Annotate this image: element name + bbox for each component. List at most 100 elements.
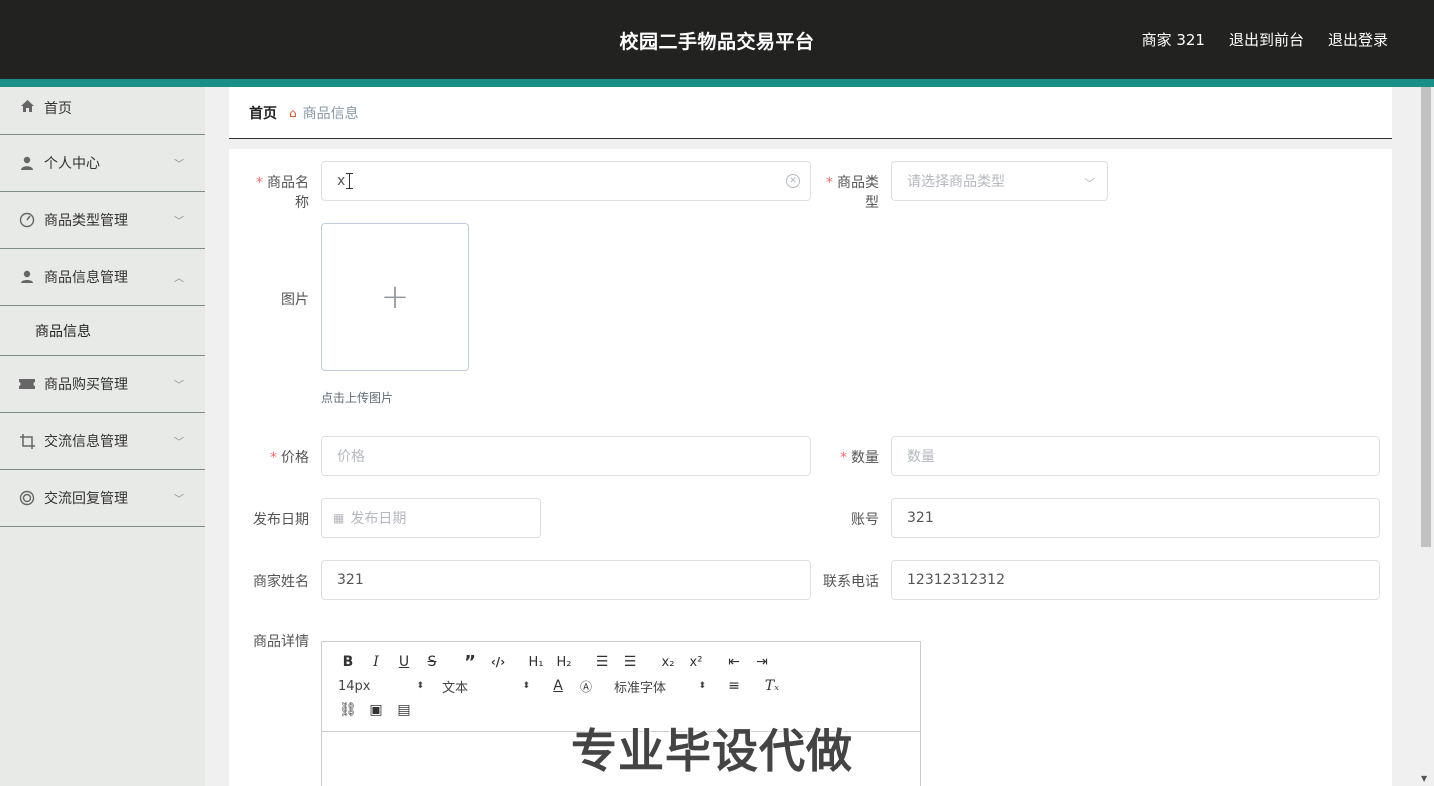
chevron-down-icon: ﹀ <box>174 216 184 228</box>
sidebar-item-product-management[interactable]: 商品信息管理 ︿ <box>0 249 205 306</box>
bold-icon[interactable]: B <box>334 650 362 674</box>
format-select[interactable]: 文本 ⬍ <box>438 674 534 698</box>
image-icon[interactable]: ▣ <box>362 698 390 722</box>
price-input[interactable]: 价格 <box>321 436 811 476</box>
italic-icon[interactable]: I <box>362 650 390 674</box>
background-color-icon[interactable]: Ⓐ <box>572 674 600 698</box>
phone-input[interactable]: 12312312312 <box>891 560 1380 600</box>
updown-icon: ⬍ <box>522 681 530 691</box>
chevron-down-icon: ﹀ <box>174 380 184 392</box>
qty-label: * 数量 <box>840 450 879 466</box>
product-name-input[interactable]: x ✕ <box>321 161 811 201</box>
calendar-icon: ▦ <box>333 511 345 525</box>
upload-tip: 点击上传图片 <box>321 391 394 405</box>
image-label: 图片 <box>281 292 309 308</box>
scroll-down-icon[interactable]: ▼ <box>1421 774 1427 783</box>
scrollbar[interactable]: ▼ <box>1417 87 1434 786</box>
superscript-icon[interactable]: x² <box>682 650 710 674</box>
top-bar: 校园二手物品交易平台 商家 321 退出到前台 退出登录 <box>0 0 1434 79</box>
chevron-down-icon: ﹀ <box>174 437 184 449</box>
house-icon: ⌂ <box>289 105 297 120</box>
bullet-list-icon[interactable]: ☰ <box>616 650 644 674</box>
product-form: * 商品名称 x ✕ * 商品类型 请选择商品类型 ﹀ 图片 + 点击上传图片 * 价… <box>229 149 1392 786</box>
user-icon <box>19 269 35 285</box>
sidebar-item-home[interactable]: 首页 <box>0 87 205 135</box>
date-picker[interactable]: ▦ 发布日期 <box>321 498 541 538</box>
sidebar: 首页 个人中心 ﹀ 商品类型管理 ﹀ 商品信息管理 ︿ 商品信息 商品购买管理 … <box>0 87 205 786</box>
sidebar-item-label: 首页 <box>44 101 72 117</box>
ticket-icon <box>19 376 35 392</box>
sidebar-item-category-management[interactable]: 商品类型管理 ﹀ <box>0 192 205 249</box>
text-color-icon[interactable]: A <box>544 674 572 698</box>
merchant-label: 商家姓名 <box>253 574 309 590</box>
phone-label: 联系电话 <box>823 574 879 590</box>
sidebar-item-message-management[interactable]: 交流信息管理 ﹀ <box>0 413 205 470</box>
header-accent-bar <box>0 79 1434 87</box>
align-icon[interactable]: ≡ <box>720 674 748 698</box>
sidebar-item-label: 交流信息管理 <box>44 434 128 450</box>
sidebar-item-label: 交流回复管理 <box>44 491 128 507</box>
chevron-down-icon: ﹀ <box>1084 177 1095 190</box>
user-icon <box>19 155 35 171</box>
font-family-select[interactable]: 标准字体 ⬍ <box>610 674 710 698</box>
updown-icon: ⬍ <box>698 681 706 691</box>
breadcrumb-current: 商品信息 <box>302 105 359 122</box>
sidebar-item-label: 商品类型管理 <box>44 213 128 229</box>
top-links: 商家 321 退出到前台 退出登录 <box>1142 29 1388 50</box>
header1-icon[interactable]: H₁ <box>522 650 550 674</box>
name-label: * 商品名称 <box>256 175 309 211</box>
text-cursor-icon <box>346 173 356 189</box>
scroll-thumb[interactable] <box>1421 87 1431 547</box>
link-icon[interactable]: ⛓ <box>334 698 362 722</box>
sidebar-item-label: 商品信息管理 <box>44 270 128 286</box>
watermark-text: 专业毕设代做 <box>571 724 853 778</box>
header2-icon[interactable]: H₂ <box>550 650 578 674</box>
crop-icon <box>19 433 35 449</box>
sidebar-item-personal-center[interactable]: 个人中心 ﹀ <box>0 135 205 192</box>
phone-value: 12312312312 <box>907 572 1005 588</box>
breadcrumb-home[interactable]: 首页 <box>249 103 277 123</box>
sidebar-item-label: 商品购买管理 <box>44 377 128 393</box>
dashboard-icon <box>19 212 35 228</box>
logout-link[interactable]: 退出登录 <box>1328 29 1388 50</box>
quantity-input[interactable]: 数量 <box>891 436 1380 476</box>
video-icon[interactable]: ▤ <box>390 698 418 722</box>
clear-format-icon[interactable]: Tₓ <box>758 674 786 698</box>
detail-label: 商品详情 <box>253 634 309 650</box>
product-type-select[interactable]: 请选择商品类型 ﹀ <box>891 161 1108 201</box>
home-icon <box>19 98 35 114</box>
blockquote-icon[interactable]: ” <box>456 650 484 674</box>
updown-icon: ⬍ <box>416 681 424 691</box>
merchant-name-input[interactable]: 321 <box>321 560 811 600</box>
code-icon[interactable]: ‹/› <box>484 650 512 674</box>
account-input[interactable]: 321 <box>891 498 1380 538</box>
main-content: 首页 ⌂ 商品信息 * 商品名称 x ✕ * 商品类型 请选择商品类型 ﹀ 图片 +… <box>205 87 1417 786</box>
subscript-icon[interactable]: x₂ <box>654 650 682 674</box>
price-placeholder: 价格 <box>337 449 365 465</box>
type-placeholder: 请选择商品类型 <box>907 174 1005 190</box>
qty-placeholder: 数量 <box>907 449 935 465</box>
clear-icon[interactable]: ✕ <box>786 174 800 188</box>
outdent-icon[interactable]: ⇤ <box>720 650 748 674</box>
circle-icon <box>19 490 35 506</box>
strike-icon[interactable]: S <box>418 650 446 674</box>
date-placeholder: 发布日期 <box>350 511 407 527</box>
sidebar-item-label: 个人中心 <box>44 156 100 172</box>
sidebar-item-purchase-management[interactable]: 商品购买管理 ﹀ <box>0 356 205 413</box>
sidebar-item-reply-management[interactable]: 交流回复管理 ﹀ <box>0 470 205 527</box>
merchant-value: 321 <box>337 572 364 588</box>
type-label: * 商品类型 <box>826 175 879 211</box>
chevron-down-icon: ﹀ <box>174 494 184 506</box>
user-label: 商家 321 <box>1141 31 1205 49</box>
ordered-list-icon[interactable]: ☰ <box>588 650 616 674</box>
font-size-select[interactable]: 14px ⬍ <box>334 674 428 698</box>
date-label: 发布日期 <box>253 512 309 528</box>
plus-icon: + <box>380 277 410 317</box>
submenu-item-product-info[interactable]: 商品信息 <box>0 306 205 356</box>
price-label: * 价格 <box>270 450 309 466</box>
image-uploader[interactable]: + <box>321 223 469 371</box>
indent-icon[interactable]: ⇥ <box>748 650 776 674</box>
chevron-down-icon: ﹀ <box>174 159 184 171</box>
exit-to-front-link[interactable]: 退出到前台 <box>1229 29 1304 50</box>
underline-icon[interactable]: U <box>390 650 418 674</box>
